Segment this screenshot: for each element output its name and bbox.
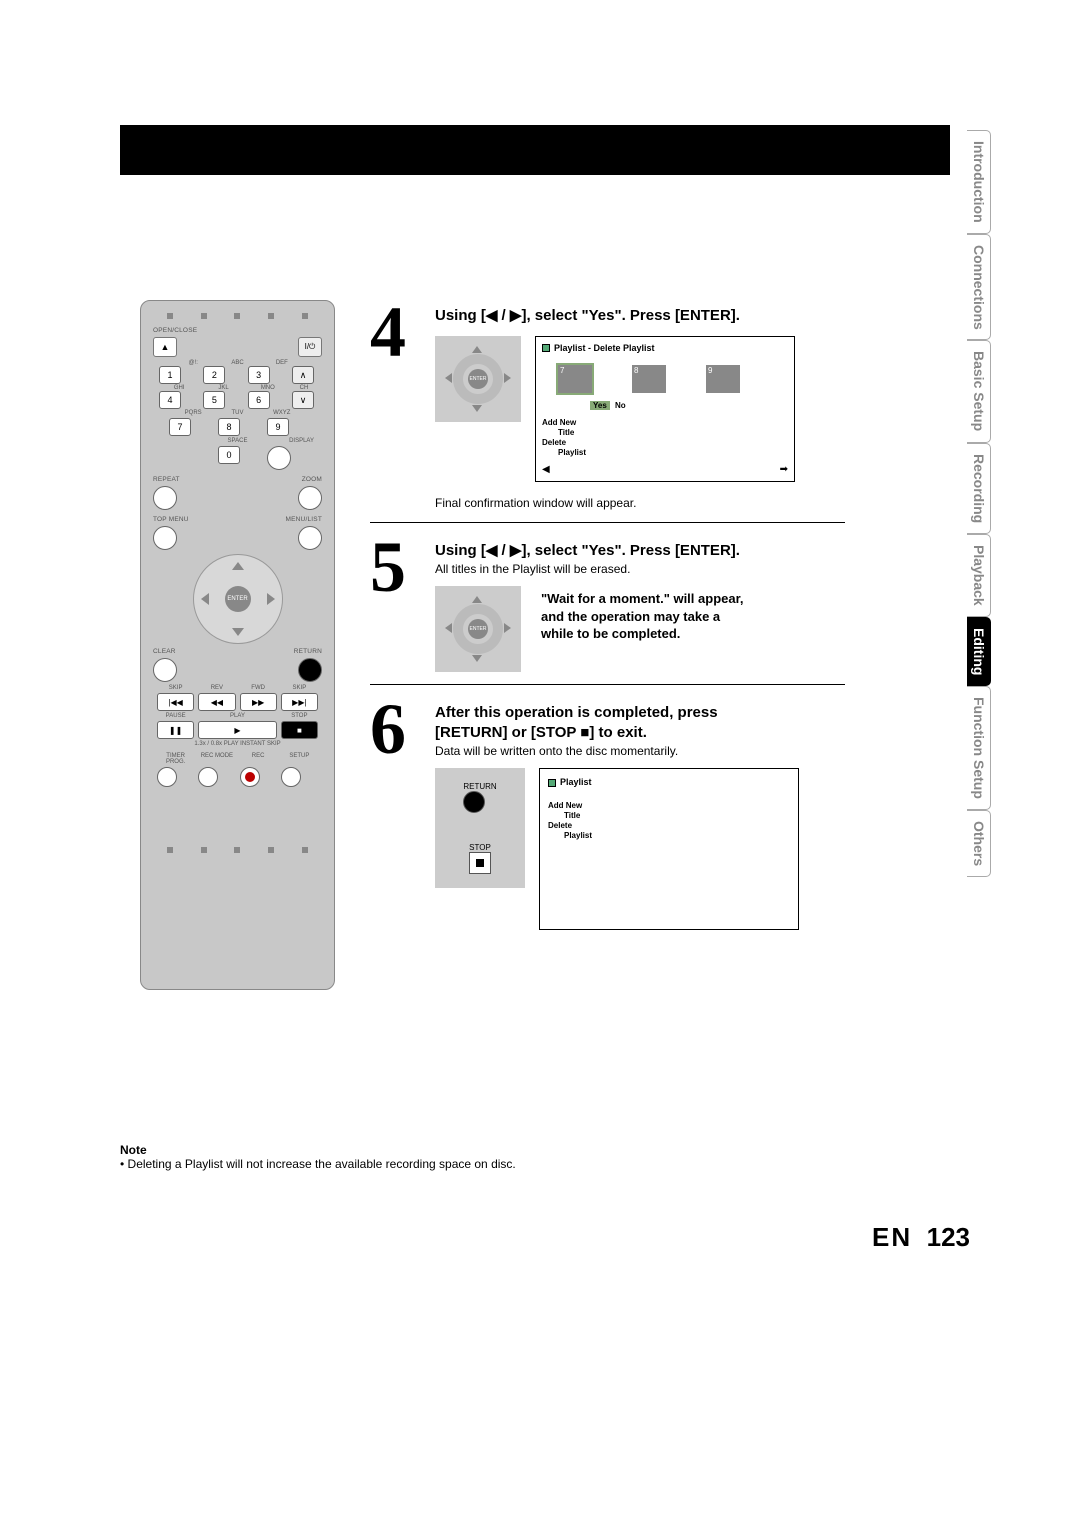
key-7[interactable]: 7	[169, 418, 191, 436]
instruction-steps: 4 Using [◀ / ▶], select "Yes". Press [EN…	[370, 300, 845, 940]
tab-editing[interactable]: Editing	[967, 617, 991, 686]
note-section: Note • Deleting a Playlist will not incr…	[120, 1143, 820, 1171]
menulist-button[interactable]	[298, 526, 322, 550]
step-5: 5 Using [◀ / ▶], select "Yes". Press [EN…	[370, 535, 845, 673]
key-1[interactable]: 1	[159, 366, 181, 384]
separator	[370, 684, 845, 685]
separator	[370, 522, 845, 523]
ch-up[interactable]: ∧	[292, 366, 314, 384]
note-body: • Deleting a Playlist will not increase …	[120, 1157, 820, 1171]
page-number: EN 123	[872, 1222, 970, 1253]
play[interactable]: ▶	[198, 721, 277, 739]
zoom-button[interactable]	[298, 486, 322, 510]
step-5-sub: All titles in the Playlist will be erase…	[435, 562, 845, 576]
step-6-title: After this operation is completed, press…	[435, 703, 845, 742]
enter-button[interactable]: ENTER	[225, 586, 251, 612]
manual-page: Introduction Connections Basic Setup Rec…	[0, 0, 1080, 1528]
label-openclose: OPEN/CLOSE	[153, 327, 322, 334]
header-black-bar	[120, 125, 950, 175]
dpad-icon: ENTER	[435, 586, 521, 672]
rev[interactable]: ◀◀	[198, 693, 235, 711]
left-arrow-icon: ◀	[542, 464, 550, 475]
topmenu-button[interactable]	[153, 526, 177, 550]
setup[interactable]	[281, 767, 301, 787]
right-arrow-icon: ➡	[780, 464, 788, 475]
micro-label: 1.3x / 0.8x PLAY INSTANT SKIP	[153, 741, 322, 747]
dpad-icon: ENTER	[435, 336, 521, 422]
skip-back[interactable]: |◀◀	[157, 693, 194, 711]
stop-icon	[469, 852, 491, 874]
timer-prog[interactable]	[157, 767, 177, 787]
key-0[interactable]: 0	[218, 446, 240, 464]
tab-introduction[interactable]: Introduction	[967, 130, 991, 234]
return-label: RETURN	[463, 782, 496, 791]
key-4[interactable]: 4	[159, 391, 181, 409]
rec-mode[interactable]	[198, 767, 218, 787]
step-5-title: Using [◀ / ▶], select "Yes". Press [ENTE…	[435, 541, 845, 561]
return-stop-icons: RETURN STOP	[435, 768, 525, 888]
osd-delete-playlist: Playlist - Delete Playlist 7 8 9 Yes No …	[535, 336, 795, 482]
step-4-title: Using [◀ / ▶], select "Yes". Press [ENTE…	[435, 306, 845, 326]
remote-dpad[interactable]: ENTER	[193, 554, 283, 644]
step-5-wait-text: "Wait for a moment." will appear, and th…	[541, 586, 744, 643]
repeat-button[interactable]	[153, 486, 177, 510]
note-heading: Note	[120, 1143, 820, 1157]
key-9[interactable]: 9	[267, 418, 289, 436]
green-square-icon	[542, 344, 550, 352]
yes-no-prompt: Yes No	[590, 401, 788, 410]
step-4-confirmation: Final confirmation window will appear.	[435, 496, 845, 510]
green-square-icon	[548, 779, 556, 787]
stop[interactable]: ■	[281, 721, 318, 739]
thumb-7: 7	[558, 365, 592, 393]
key-6[interactable]: 6	[248, 391, 270, 409]
key-3[interactable]: 3	[248, 366, 270, 384]
pause[interactable]: ❚❚	[157, 721, 194, 739]
remote-control-diagram: OPEN/CLOSE ▲ I/⏻ @!:ABCDEF 1 2 3 ∧ GHIJK…	[140, 300, 335, 990]
key-5[interactable]: 5	[203, 391, 225, 409]
ch-down[interactable]: ∨	[292, 391, 314, 409]
display-button[interactable]	[267, 446, 291, 470]
step-number: 6	[370, 697, 435, 930]
power-button[interactable]: I/⏻	[298, 337, 322, 357]
tab-function-setup[interactable]: Function Setup	[967, 686, 991, 810]
key-2[interactable]: 2	[203, 366, 225, 384]
thumb-9: 9	[706, 365, 740, 393]
thumb-8: 8	[632, 365, 666, 393]
step-6: 6 After this operation is completed, pre…	[370, 697, 845, 930]
fwd[interactable]: ▶▶	[240, 693, 277, 711]
osd-playlist: Playlist Add New Title Delete Playlist	[539, 768, 799, 930]
tab-others[interactable]: Others	[967, 810, 991, 877]
option-yes[interactable]: Yes	[590, 401, 610, 410]
clear-button[interactable]	[153, 658, 177, 682]
stop-label: STOP	[469, 843, 491, 852]
tab-playback[interactable]: Playback	[967, 534, 991, 617]
section-tabs: Introduction Connections Basic Setup Rec…	[967, 130, 1025, 877]
key-8[interactable]: 8	[218, 418, 240, 436]
step-number: 5	[370, 535, 435, 673]
return-icon	[463, 791, 485, 813]
rec[interactable]	[240, 767, 260, 787]
eject-button[interactable]: ▲	[153, 337, 177, 357]
step-4: 4 Using [◀ / ▶], select "Yes". Press [EN…	[370, 300, 845, 510]
step-number: 4	[370, 300, 435, 510]
return-button[interactable]	[298, 658, 322, 682]
option-no[interactable]: No	[612, 401, 629, 410]
tab-recording[interactable]: Recording	[967, 443, 991, 534]
tab-basic-setup[interactable]: Basic Setup	[967, 340, 991, 442]
tab-connections[interactable]: Connections	[967, 234, 991, 341]
skip-fwd[interactable]: ▶▶|	[281, 693, 318, 711]
step-6-sub: Data will be written onto the disc momen…	[435, 744, 845, 758]
